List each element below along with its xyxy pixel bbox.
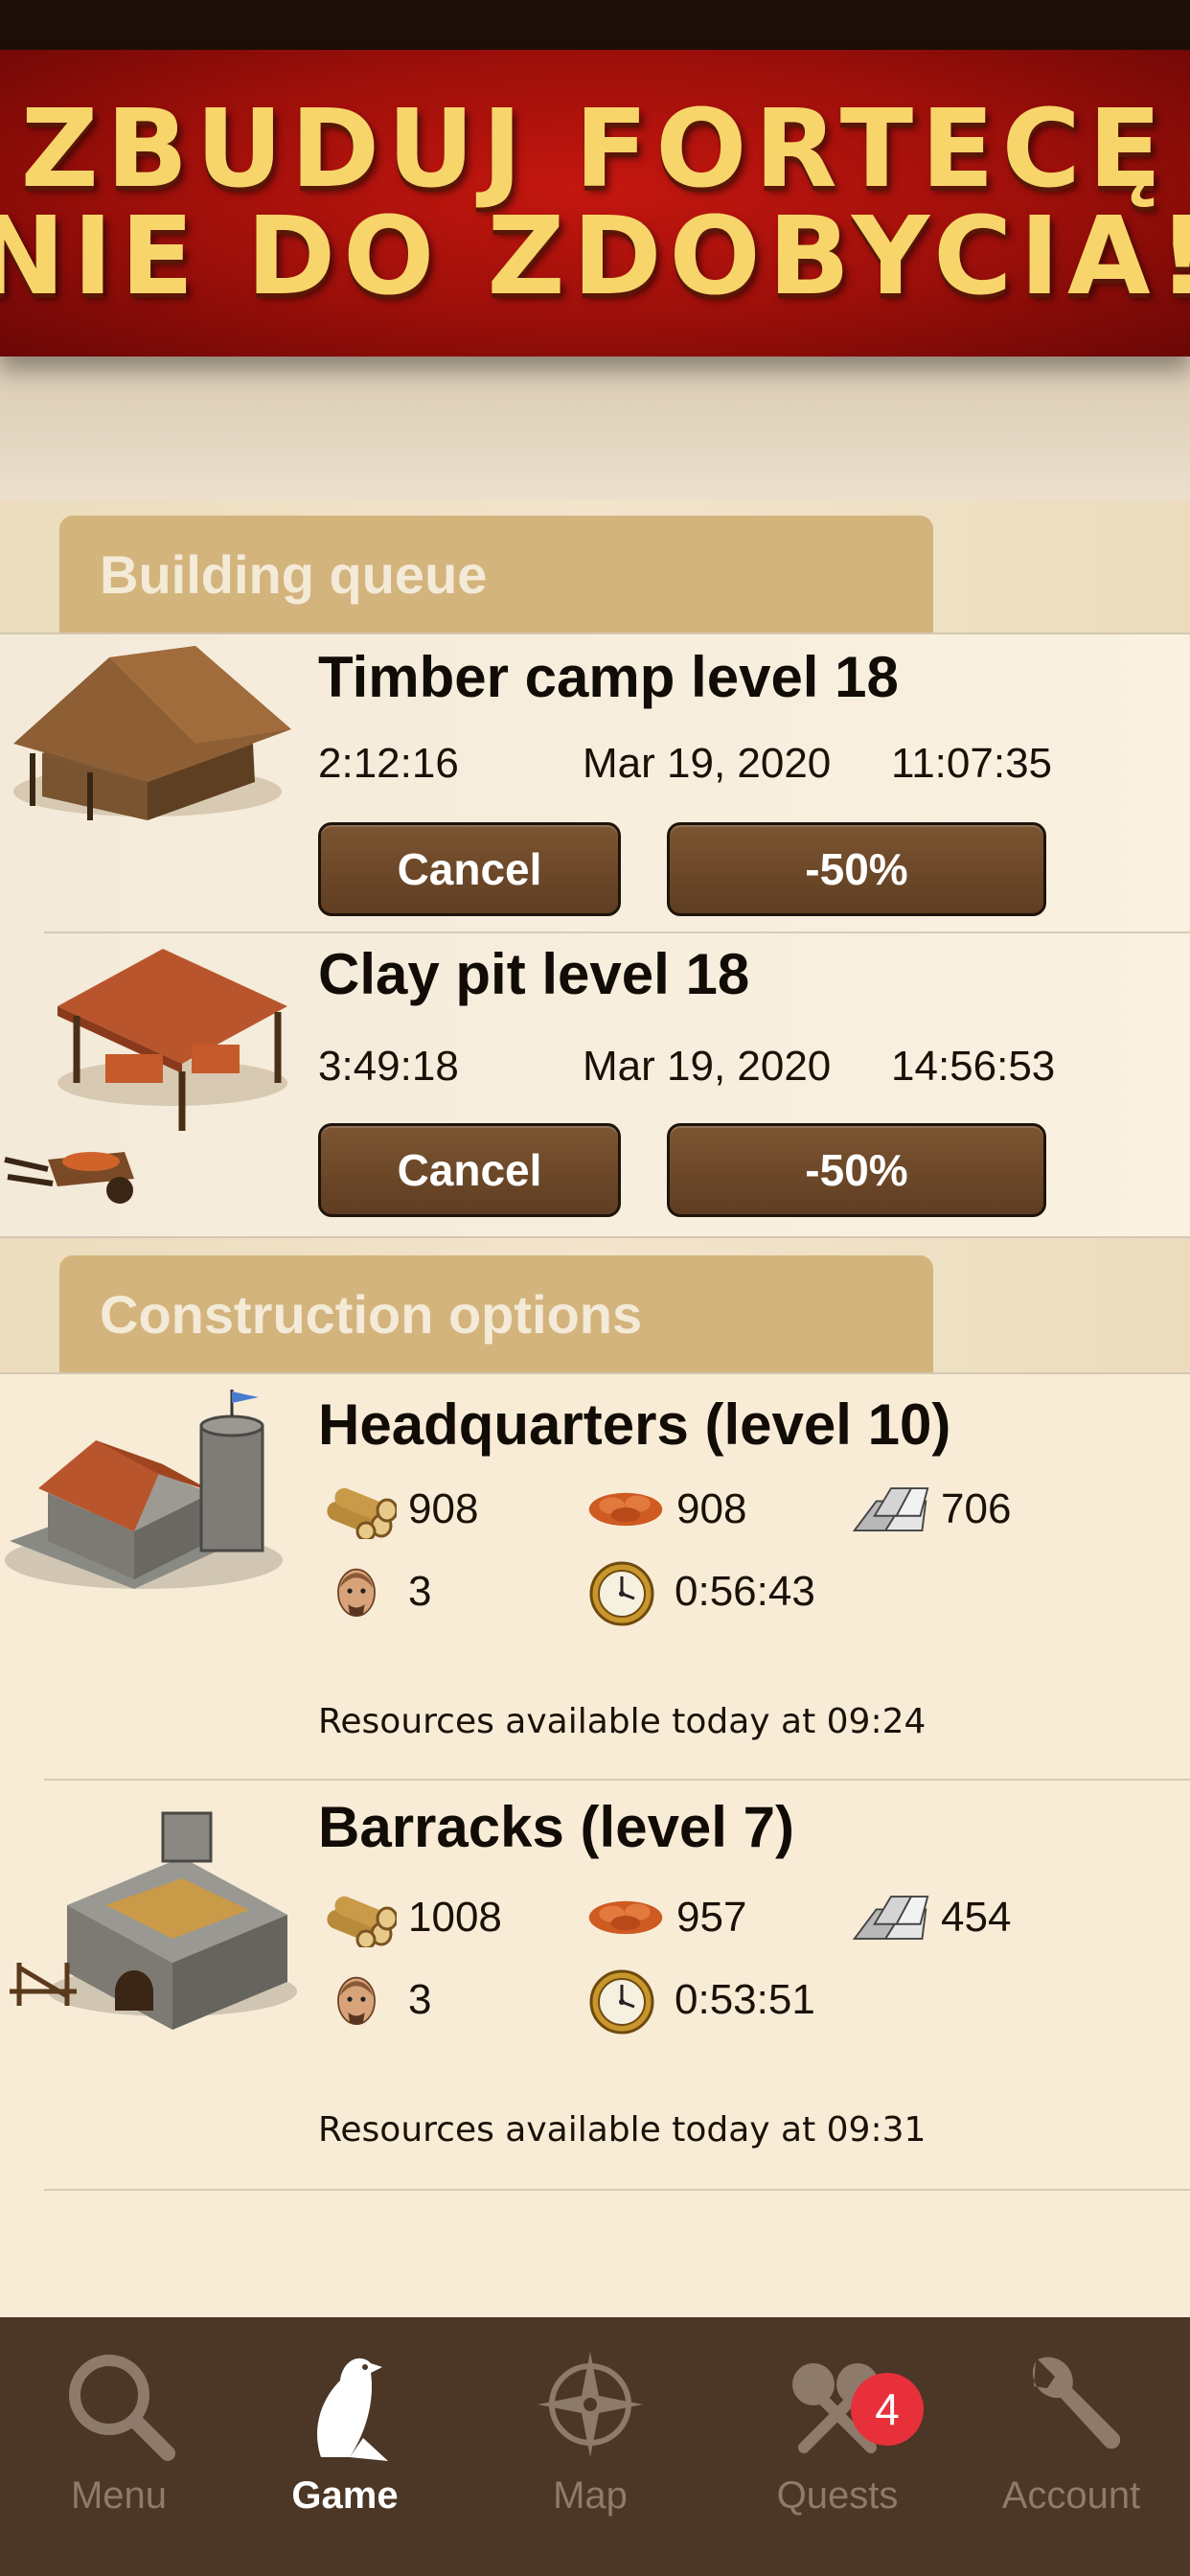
iron-icon (849, 1890, 931, 1947)
build-time: 0:56:43 (675, 1568, 815, 1615)
queue-item-time: 14:56:53 (891, 1043, 1056, 1090)
compass-icon (538, 2352, 643, 2457)
clay-pit-illustration (4, 949, 287, 1204)
banner-title-line2: NIE DO ZDOBYCIA! (0, 195, 1190, 319)
nav-label: Game (291, 2474, 399, 2517)
magnifier-icon (69, 2355, 175, 2461)
option-title: Headquarters (level 10) (318, 1392, 951, 1457)
barracks-illustration (10, 1811, 297, 2030)
iron-cost: 706 (941, 1485, 1012, 1532)
resources-availability: Resources available today at 09:31 (318, 2110, 927, 2150)
divider (44, 2189, 1190, 2191)
construction-option-barracks[interactable]: Barracks (level 7) 1008 957 454 3 0:53:5… (0, 1781, 1190, 2191)
nav-label: Menu (70, 2474, 168, 2517)
resources-availability: Resources available today at 09:24 (318, 1702, 927, 1741)
queue-item-remaining: 2:12:16 (318, 740, 459, 787)
wood-icon (320, 1890, 397, 1947)
wood-cost: 1008 (408, 1894, 502, 1941)
queue-item-title: Clay pit level 18 (318, 942, 750, 1006)
queue-item-time: 11:07:35 (891, 740, 1053, 787)
queue-item-clay-pit: Clay pit level 18 3:49:18 Mar 19, 2020 1… (0, 933, 1190, 1236)
speedup-button[interactable]: -50% (667, 1123, 1046, 1217)
nav-item-account[interactable]: Account (952, 2317, 1190, 2576)
bird-icon (317, 2358, 388, 2461)
build-time: 0:53:51 (675, 1976, 815, 2023)
population-cost: 3 (408, 1976, 432, 2023)
building-queue-header-band: Building queue (0, 500, 1190, 634)
queue-item-date: Mar 19, 2020 (583, 1043, 832, 1090)
speedup-button[interactable]: -50% (667, 822, 1046, 916)
wood-cost: 908 (408, 1485, 479, 1532)
building-queue-header: Building queue (59, 516, 933, 634)
wood-icon (320, 1482, 397, 1539)
cancel-button[interactable]: Cancel (318, 1123, 621, 1217)
nav-item-map[interactable]: Map (471, 2317, 709, 2576)
quests-badge: 4 (851, 2373, 924, 2446)
nav-label: Account (1001, 2474, 1141, 2517)
construction-options-header: Construction options (59, 1255, 933, 1374)
queue-item-title: Timber camp level 18 (318, 645, 899, 709)
nav-item-game[interactable]: Game (226, 2317, 464, 2576)
banner-title-line1: ZBUDUJ FORTECĘ (20, 87, 1170, 212)
nav-item-menu[interactable]: Menu (0, 2317, 238, 2576)
clay-icon (584, 1484, 667, 1533)
iron-cost: 454 (941, 1894, 1012, 1941)
queue-item-timber-camp: Timber camp level 18 2:12:16 Mar 19, 202… (0, 634, 1190, 933)
construction-option-headquarters[interactable]: Headquarters (level 10) 908 908 706 3 0:… (0, 1374, 1190, 1781)
population-icon (332, 1968, 381, 2032)
timber-camp-illustration (13, 646, 291, 820)
population-icon (332, 1560, 381, 1623)
queue-item-remaining: 3:49:18 (318, 1043, 459, 1090)
clock-icon (588, 1968, 655, 2036)
nav-label: Quests (776, 2474, 899, 2517)
queue-item-date: Mar 19, 2020 (583, 740, 832, 787)
clay-icon (584, 1892, 667, 1942)
nav-label: Map (553, 2474, 628, 2517)
wrench-icon (1032, 2357, 1121, 2450)
cancel-button[interactable]: Cancel (318, 822, 621, 916)
promo-banner: ZBUDUJ FORTECĘ NIE DO ZDOBYCIA! (0, 50, 1190, 356)
bottom-navigation: Menu Game Map 4 Quests Account (0, 2317, 1190, 2576)
clock-icon (588, 1560, 655, 1627)
iron-icon (849, 1482, 931, 1539)
construction-options-header-band: Construction options (0, 1238, 1190, 1374)
population-cost: 3 (408, 1568, 432, 1615)
clay-cost: 908 (676, 1485, 747, 1532)
clay-cost: 957 (676, 1894, 747, 1941)
banner-shadow-area (0, 356, 1190, 500)
nav-item-quests[interactable]: 4 Quests (719, 2317, 956, 2576)
status-bar (0, 0, 1190, 50)
headquarters-illustration (5, 1390, 283, 1589)
option-title: Barracks (level 7) (318, 1795, 794, 1859)
